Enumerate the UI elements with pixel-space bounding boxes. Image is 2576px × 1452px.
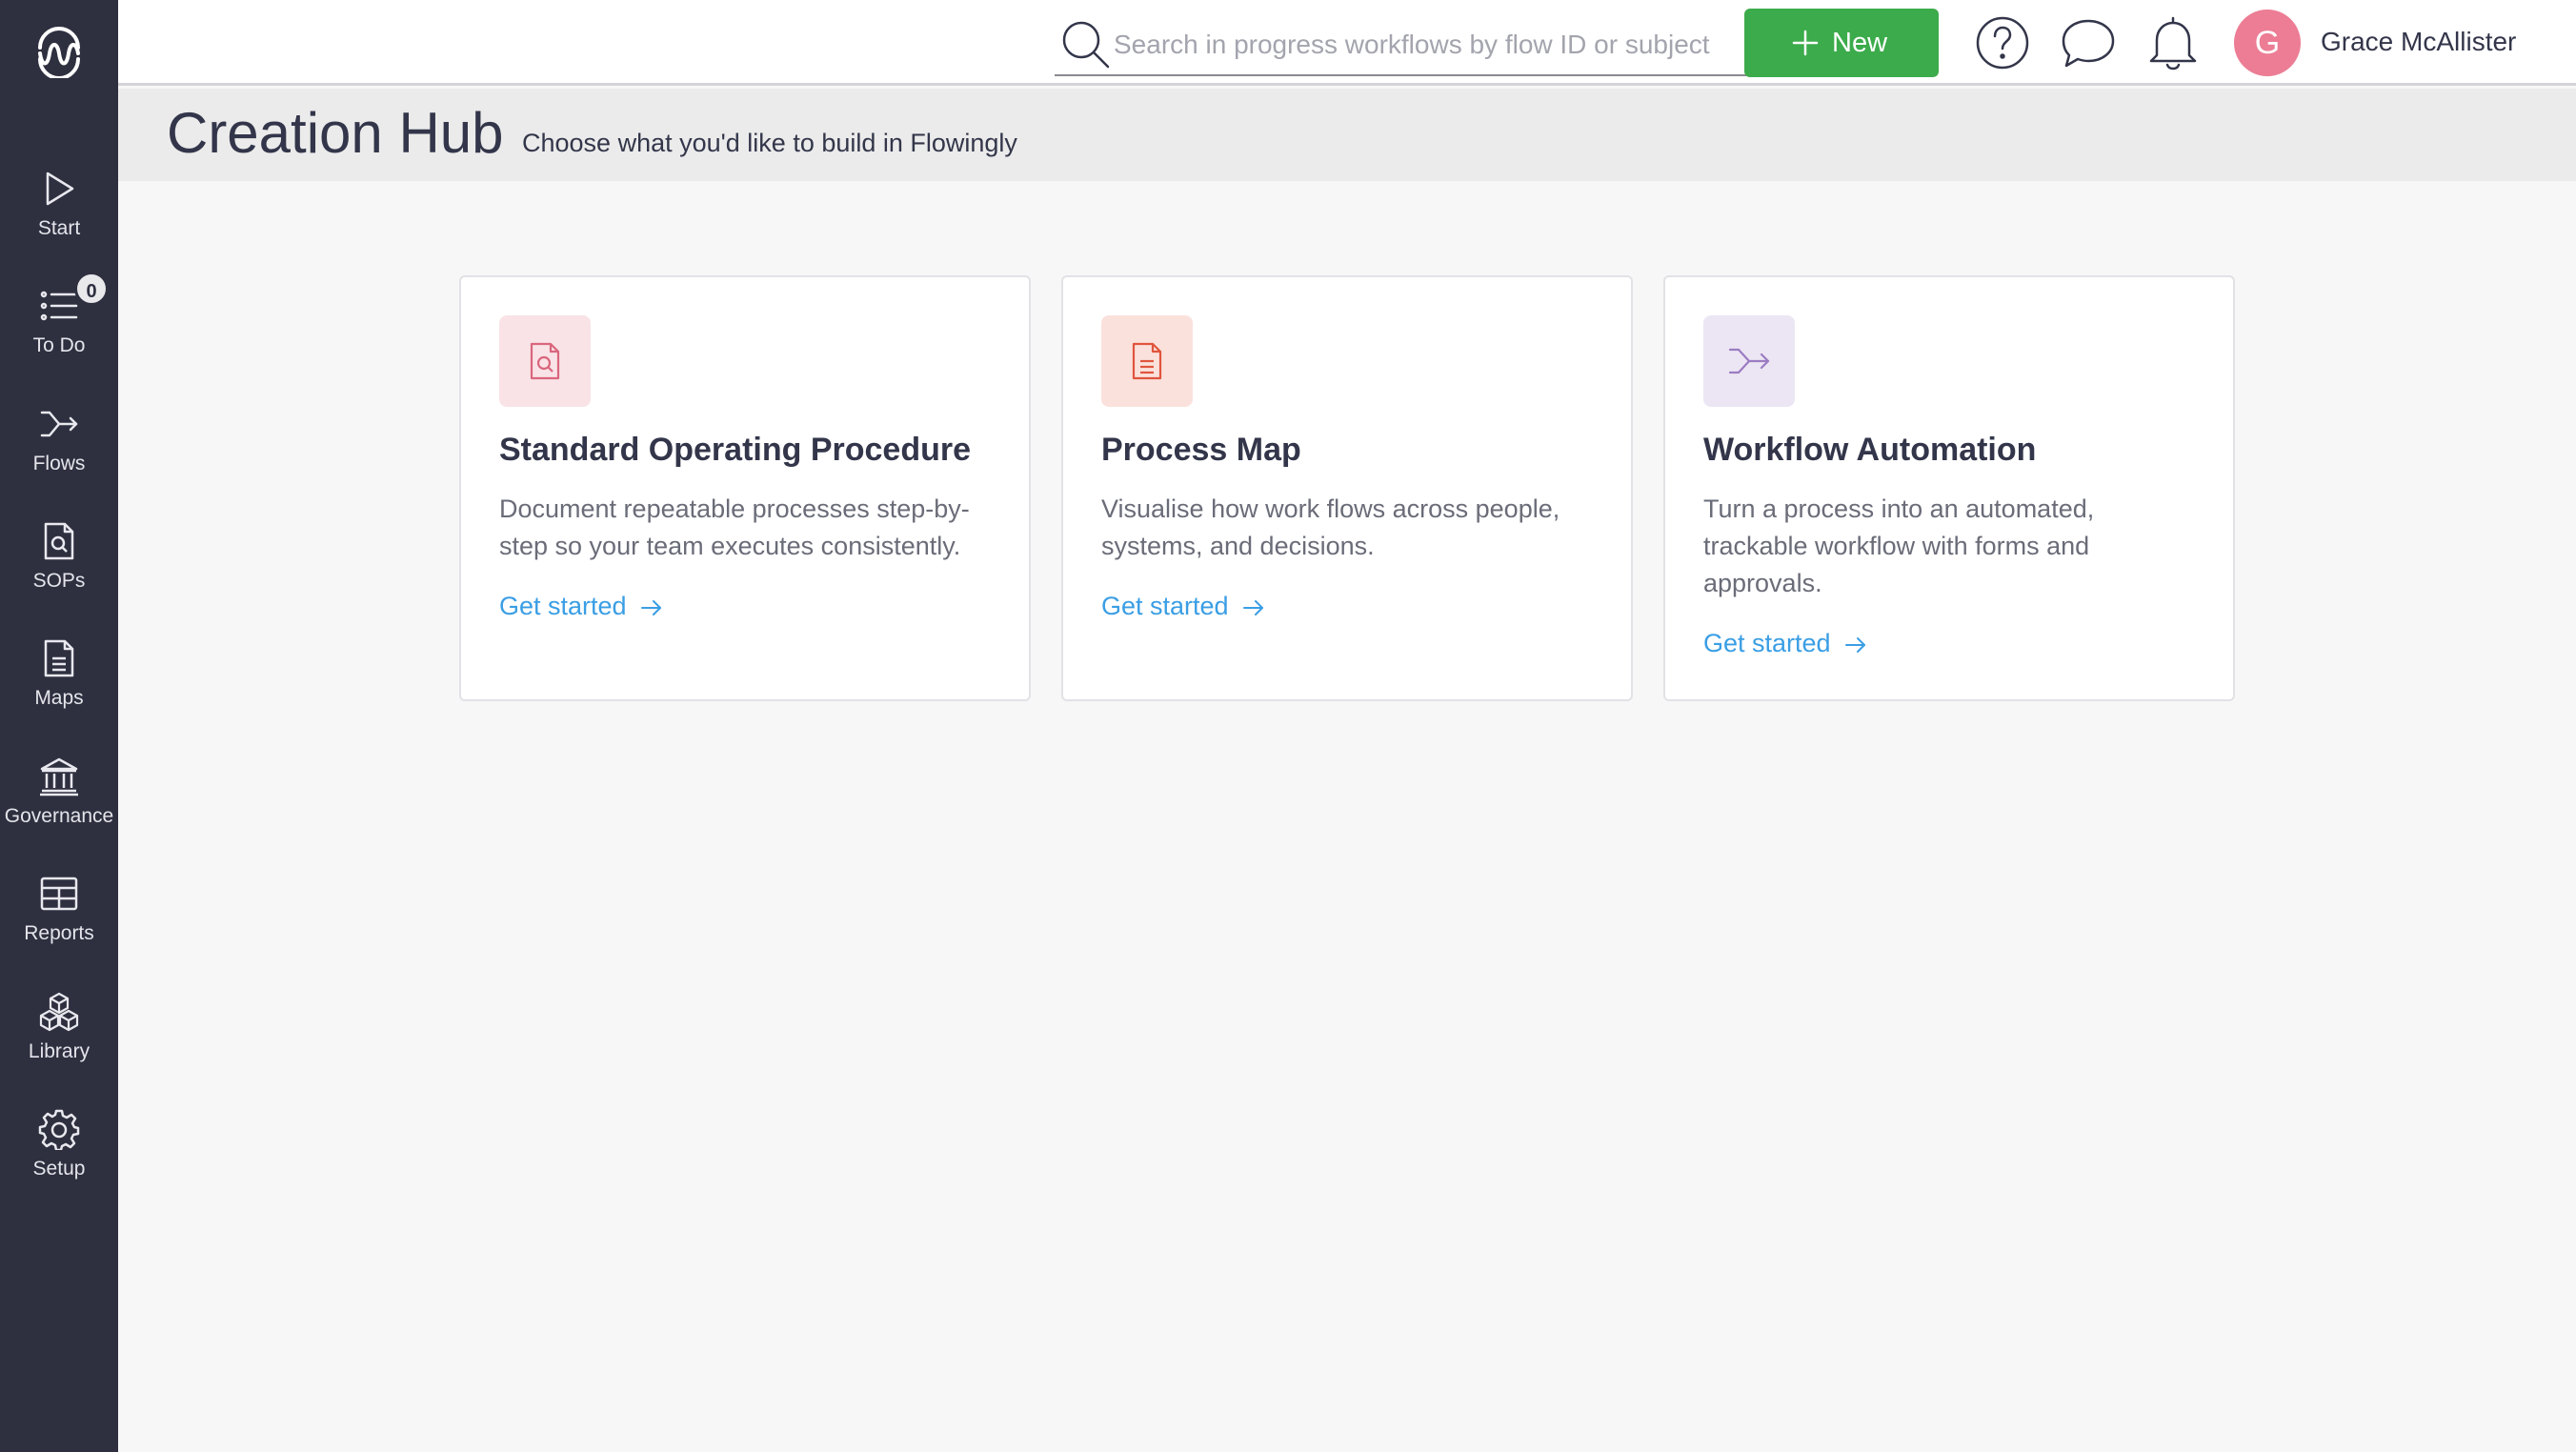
card-icon-box bbox=[499, 315, 591, 407]
search-input[interactable] bbox=[1114, 23, 1819, 67]
new-button[interactable]: New bbox=[1744, 9, 1939, 77]
sidebar-item-sops[interactable]: SOPs bbox=[0, 511, 118, 615]
card-description: Document repeatable processes step-by-st… bbox=[499, 494, 970, 560]
chat-icon[interactable] bbox=[2059, 13, 2118, 72]
card-process-map: Process Map Visualise how work flows acr… bbox=[1061, 275, 1633, 701]
sidebar-item-label: Flows bbox=[32, 453, 86, 474]
sidebar-item-setup[interactable]: Setup bbox=[0, 1099, 118, 1203]
avatar[interactable]: G bbox=[2234, 10, 2301, 76]
card-standard-operating-procedure: Standard Operating Procedure Document re… bbox=[459, 275, 1031, 701]
bell-icon[interactable] bbox=[2143, 13, 2203, 72]
document-search-icon bbox=[530, 342, 560, 380]
sidebar-item-label: Maps bbox=[34, 687, 84, 709]
search-bar bbox=[1055, 13, 1824, 76]
card-description: Turn a process into an automated, tracka… bbox=[1703, 494, 2095, 597]
card-title: Process Map bbox=[1101, 432, 1301, 468]
get-started-link[interactable]: Get started bbox=[1703, 629, 1868, 658]
card-description: Visualise how work flows across people, … bbox=[1101, 494, 1560, 560]
flows-icon bbox=[1728, 348, 1770, 374]
card-icon-box bbox=[1101, 315, 1193, 407]
document-search-icon bbox=[38, 520, 80, 562]
help-icon[interactable] bbox=[1973, 13, 2032, 72]
sidebar-item-reports[interactable]: Reports bbox=[0, 863, 118, 968]
sidebar-item-governance[interactable]: Governance bbox=[0, 746, 118, 851]
page-title: Creation Hub bbox=[167, 101, 504, 165]
table-icon bbox=[38, 873, 80, 915]
document-icon bbox=[38, 637, 80, 679]
get-started-label: Get started bbox=[1101, 592, 1229, 620]
plus-icon bbox=[1792, 30, 1819, 56]
gear-icon bbox=[38, 1108, 80, 1152]
bank-icon bbox=[38, 756, 80, 797]
sidebar-item-library[interactable]: Library bbox=[0, 981, 118, 1086]
get-started-link[interactable]: Get started bbox=[499, 592, 664, 621]
sidebar-item-label: Library bbox=[28, 1040, 91, 1062]
card-title: Workflow Automation bbox=[1703, 432, 2037, 468]
todo-count-badge: 0 bbox=[74, 272, 109, 306]
user-name[interactable]: Grace McAllister bbox=[2321, 27, 2516, 57]
sidebar-item-label: Start bbox=[37, 217, 81, 239]
page-header: Creation Hub Choose what you'd like to b… bbox=[118, 89, 2576, 181]
cubes-icon bbox=[38, 991, 80, 1033]
sidebar-item-label: Governance bbox=[4, 805, 114, 827]
sidebar: Start 0 To Do Flows SOPs Maps Governance… bbox=[0, 0, 118, 1452]
play-icon bbox=[38, 168, 80, 210]
sidebar-item-label: To Do bbox=[32, 334, 86, 356]
card-workflow-automation: Workflow Automation Turn a process into … bbox=[1663, 275, 2235, 701]
card-title: Standard Operating Procedure bbox=[499, 432, 971, 468]
arrow-right-icon bbox=[641, 599, 662, 615]
sidebar-item-label: Reports bbox=[24, 922, 94, 944]
search-icon[interactable] bbox=[1060, 19, 1112, 71]
get-started-label: Get started bbox=[499, 592, 627, 620]
sidebar-item-label: SOPs bbox=[32, 570, 86, 592]
new-button-label: New bbox=[1832, 28, 1888, 58]
sidebar-item-start[interactable]: Start bbox=[0, 158, 118, 263]
get-started-label: Get started bbox=[1703, 629, 1831, 657]
document-icon bbox=[1132, 342, 1162, 380]
arrow-right-icon bbox=[1845, 636, 1866, 653]
page-subtitle: Choose what you'd like to build in Flowi… bbox=[522, 129, 1017, 157]
sidebar-item-todo[interactable]: 0 To Do bbox=[0, 272, 118, 380]
top-bar: New G Grace McAllister bbox=[118, 0, 2576, 86]
sidebar-item-flows[interactable]: Flows bbox=[0, 393, 118, 498]
sidebar-item-maps[interactable]: Maps bbox=[0, 628, 118, 733]
flows-icon bbox=[38, 403, 80, 445]
arrow-right-icon bbox=[1243, 599, 1264, 615]
flowingly-logo-icon[interactable] bbox=[34, 25, 84, 80]
sidebar-item-label: Setup bbox=[32, 1158, 86, 1180]
get-started-link[interactable]: Get started bbox=[1101, 592, 1266, 621]
card-icon-box bbox=[1703, 315, 1795, 407]
